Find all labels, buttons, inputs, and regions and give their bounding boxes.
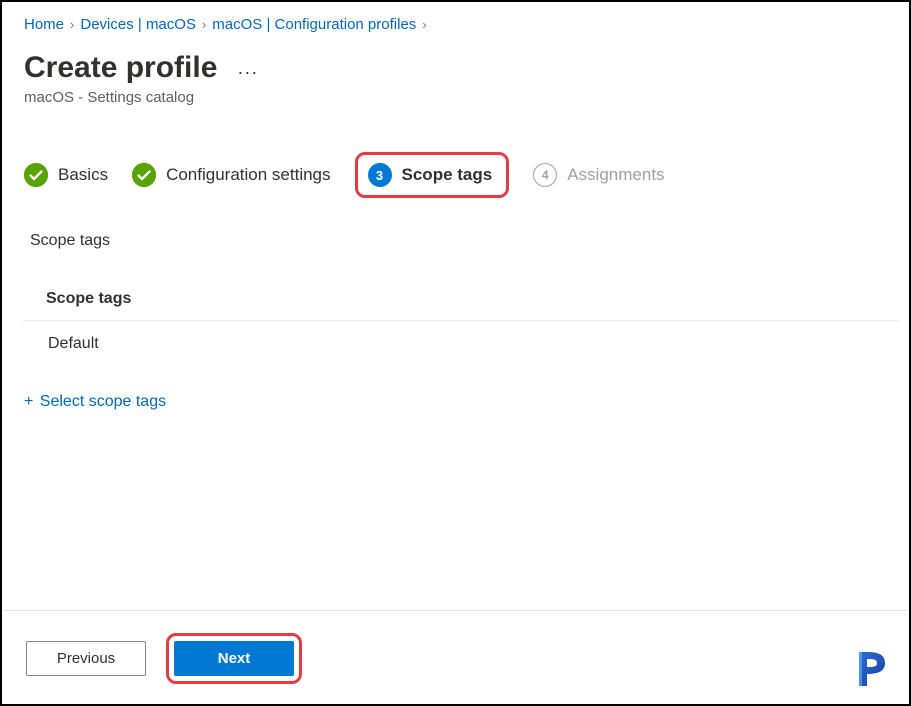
check-icon <box>132 163 156 187</box>
check-icon <box>24 163 48 187</box>
select-scope-tags-link[interactable]: + Select scope tags <box>24 393 887 411</box>
previous-button[interactable]: Previous <box>26 641 146 676</box>
wizard-step-configuration[interactable]: Configuration settings <box>132 163 330 187</box>
step-number-icon: 4 <box>533 163 557 187</box>
step-number-icon: 3 <box>368 163 392 187</box>
next-button[interactable]: Next <box>174 641 294 676</box>
breadcrumb-profiles[interactable]: macOS | Configuration profiles <box>212 16 416 33</box>
section-title: Scope tags <box>30 232 887 250</box>
wizard-steps: Basics Configuration settings 3 Scope ta… <box>24 152 887 198</box>
wizard-step-label: Assignments <box>567 165 664 185</box>
more-icon[interactable]: ··· <box>233 58 262 87</box>
breadcrumb-devices[interactable]: Devices | macOS <box>80 16 196 33</box>
brand-logo-icon <box>853 648 895 690</box>
breadcrumb: Home › Devices | macOS › macOS | Configu… <box>24 16 887 33</box>
highlight-annotation: Next <box>166 633 302 684</box>
wizard-step-label: Scope tags <box>402 165 493 185</box>
highlight-annotation: 3 Scope tags <box>355 152 510 198</box>
chevron-right-icon: › <box>70 17 74 32</box>
wizard-step-label: Configuration settings <box>166 165 330 185</box>
wizard-step-scope-tags[interactable]: 3 Scope tags <box>368 163 493 187</box>
plus-icon: + <box>24 393 33 410</box>
select-scope-tags-label: Select scope tags <box>40 393 166 410</box>
breadcrumb-home[interactable]: Home <box>24 16 64 33</box>
wizard-step-basics[interactable]: Basics <box>24 163 108 187</box>
footer-bar: Previous Next <box>4 610 907 702</box>
chevron-right-icon: › <box>202 17 206 32</box>
table-header-scope-tags: Scope tags <box>22 290 899 321</box>
wizard-step-assignments: 4 Assignments <box>533 163 664 187</box>
table-row: Default <box>24 321 887 369</box>
chevron-right-icon: › <box>422 17 426 32</box>
page-subtitle: macOS - Settings catalog <box>24 89 887 106</box>
wizard-step-label: Basics <box>58 165 108 185</box>
page-title: Create profile <box>24 51 217 85</box>
